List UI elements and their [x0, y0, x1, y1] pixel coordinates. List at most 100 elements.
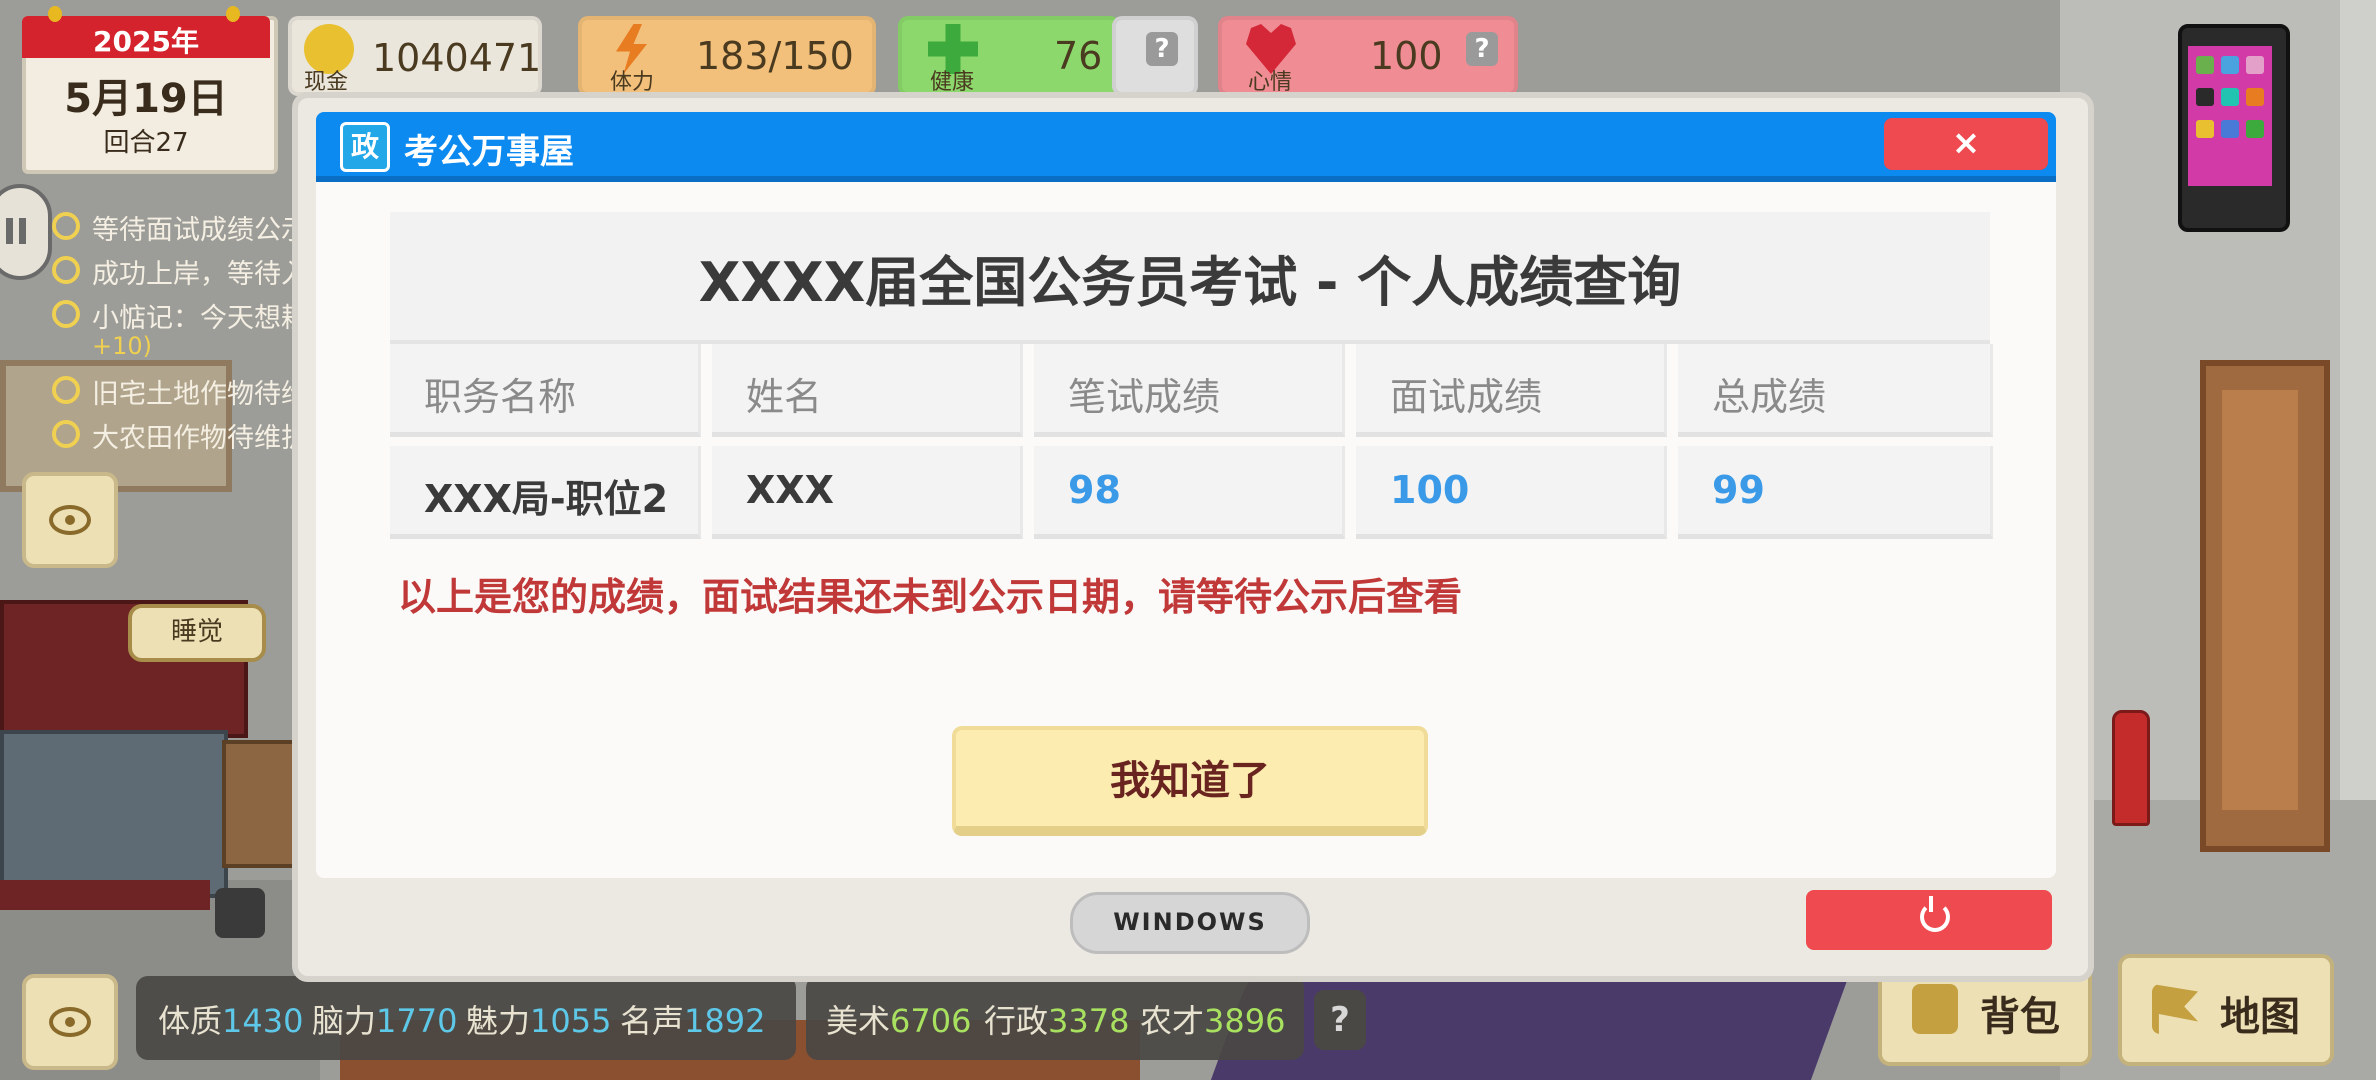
skill-art-value: 6706 — [890, 1002, 972, 1040]
task-ring-icon — [52, 300, 80, 328]
backpack-label: 背包 — [1980, 994, 2060, 1040]
col-header-total: 总成绩 — [1678, 344, 1993, 437]
table-row-written: 98 — [1034, 446, 1345, 539]
attr-charm-value: 1055 — [530, 1002, 612, 1040]
task-item[interactable]: 旧宅土地作物待维 — [92, 372, 304, 408]
app-icon — [2246, 56, 2264, 74]
health-value: 76 — [1054, 34, 1103, 78]
cell-position: XXX局-职位2 — [424, 477, 669, 521]
date-round: 回合27 — [103, 128, 189, 158]
date-day: 5月19日 — [64, 76, 228, 122]
app-icon — [2196, 120, 2214, 138]
skill-admin: 行政3378 — [984, 996, 1129, 1042]
pause-button[interactable] — [0, 184, 52, 280]
trash-bin — [215, 888, 265, 938]
col-header-written: 笔试成绩 — [1034, 344, 1345, 437]
health-help-button[interactable]: ? — [1146, 32, 1178, 66]
col-header-interview: 面试成绩 — [1356, 344, 1667, 437]
acknowledge-label[interactable]: 我知道了 — [952, 748, 1428, 806]
window-title: 考公万事屋 — [404, 132, 574, 172]
pause-icon-bar — [19, 218, 26, 244]
table-row-interview: 100 — [1356, 446, 1667, 539]
cell-name: XXX — [746, 468, 834, 512]
backpack-icon — [1912, 984, 1958, 1034]
bed[interactable] — [0, 730, 228, 898]
col-header-name: 姓名 — [712, 344, 1023, 437]
cell-interview-score: 100 — [1390, 468, 1470, 512]
windows-start-button[interactable]: WINDOWS — [1070, 892, 1310, 954]
col-header-position: 职务名称 — [390, 344, 701, 437]
task-ring-icon — [52, 420, 80, 448]
table-row-total: 99 — [1678, 446, 1993, 539]
task-ring-icon — [52, 212, 80, 240]
table-row-name: XXX — [712, 446, 1023, 539]
health-pill: 健康 76 — [898, 16, 1120, 96]
skill-admin-label: 行政 — [984, 1002, 1049, 1040]
cell-written-score: 98 — [1068, 468, 1121, 512]
sleep-button[interactable]: 睡觉 — [128, 604, 266, 662]
attr-constitution: 体质1430 — [158, 996, 303, 1042]
close-button[interactable]: × — [1884, 118, 2048, 170]
map-button[interactable]: 地图 — [2118, 954, 2334, 1066]
table-row-position: XXX局-职位2 — [390, 446, 701, 539]
visibility-toggle-button[interactable] — [22, 472, 118, 568]
col-header-label: 职务名称 — [424, 375, 577, 419]
attr-intellect-value: 1770 — [376, 1002, 458, 1040]
task-ring-icon — [52, 256, 80, 284]
app-icon — [2196, 88, 2214, 106]
attr-intellect: 脑力1770 — [312, 996, 457, 1042]
attr-charm-label: 魅力 — [466, 1002, 531, 1040]
stamina-pill: 体力 183/150 — [578, 16, 876, 96]
mood-value: 100 — [1370, 34, 1443, 78]
app-icon — [2221, 88, 2239, 106]
skill-art-label: 美术 — [826, 1002, 891, 1040]
fire-extinguisher — [2112, 710, 2150, 826]
col-header-label: 姓名 — [746, 375, 823, 419]
attr-constitution-label: 体质 — [158, 1002, 223, 1040]
app-icon — [2196, 56, 2214, 74]
attr-constitution-value: 1430 — [222, 1002, 304, 1040]
power-icon-stem — [1929, 896, 1933, 912]
app-icon — [2221, 56, 2239, 74]
skill-admin-value: 3378 — [1048, 1002, 1130, 1040]
task-item[interactable]: 小惦记：今天想耕 — [92, 296, 304, 332]
cash-pill: 现金 1040471 — [288, 16, 542, 96]
app-icon — [2246, 120, 2264, 138]
score-sheet-title: XXXX届全国公务员考试 - 个人成绩查询 — [698, 251, 1682, 314]
skill-farming: 农才3896 — [1140, 996, 1285, 1042]
mood-help-button[interactable]: ? — [1466, 32, 1498, 66]
date-year: 2025年 — [93, 25, 199, 58]
flag-icon — [2152, 984, 2198, 1034]
col-header-label: 笔试成绩 — [1068, 375, 1221, 419]
app-logo-icon: 政 — [340, 122, 390, 172]
power-icon — [1920, 902, 1950, 932]
skill-farming-value: 3896 — [1204, 1002, 1286, 1040]
col-header-label: 面试成绩 — [1390, 375, 1543, 419]
bed-frame — [0, 880, 210, 910]
attr-fame-value: 1892 — [684, 1002, 766, 1040]
eye-pupil — [65, 1017, 75, 1027]
pause-icon — [6, 218, 13, 244]
skill-art: 美术6706 — [826, 996, 971, 1042]
stamina-value: 183/150 — [696, 34, 854, 78]
attr-intellect-label: 脑力 — [312, 1002, 377, 1040]
task-item[interactable]: 等待面试成绩公示 — [92, 208, 304, 244]
task-ring-icon — [52, 376, 80, 404]
skill-farming-label: 农才 — [1140, 1002, 1205, 1040]
task-item[interactable]: 成功上岸，等待入职 — [92, 252, 304, 288]
col-header-label: 总成绩 — [1712, 375, 1827, 419]
attr-charm: 魅力1055 — [466, 996, 611, 1042]
door-panel — [2222, 390, 2298, 810]
attr-fame-label: 名声 — [620, 1002, 685, 1040]
app-icon — [2221, 120, 2239, 138]
bottom-visibility-toggle-button[interactable] — [22, 974, 118, 1070]
app-icon — [2246, 88, 2264, 106]
window-titlebar — [316, 112, 2056, 182]
phone-screen — [2188, 46, 2272, 186]
attributes-help-button[interactable]: ? — [1314, 990, 1366, 1050]
cell-total-score: 99 — [1712, 468, 1765, 512]
notice-text: 以上是您的成绩，面试结果还未到公示日期，请等待公示后查看 — [398, 575, 1463, 619]
map-label: 地图 — [2220, 994, 2300, 1040]
cash-value: 1040471 — [372, 36, 542, 80]
task-item[interactable]: 大农田作物待维护 — [92, 416, 304, 452]
